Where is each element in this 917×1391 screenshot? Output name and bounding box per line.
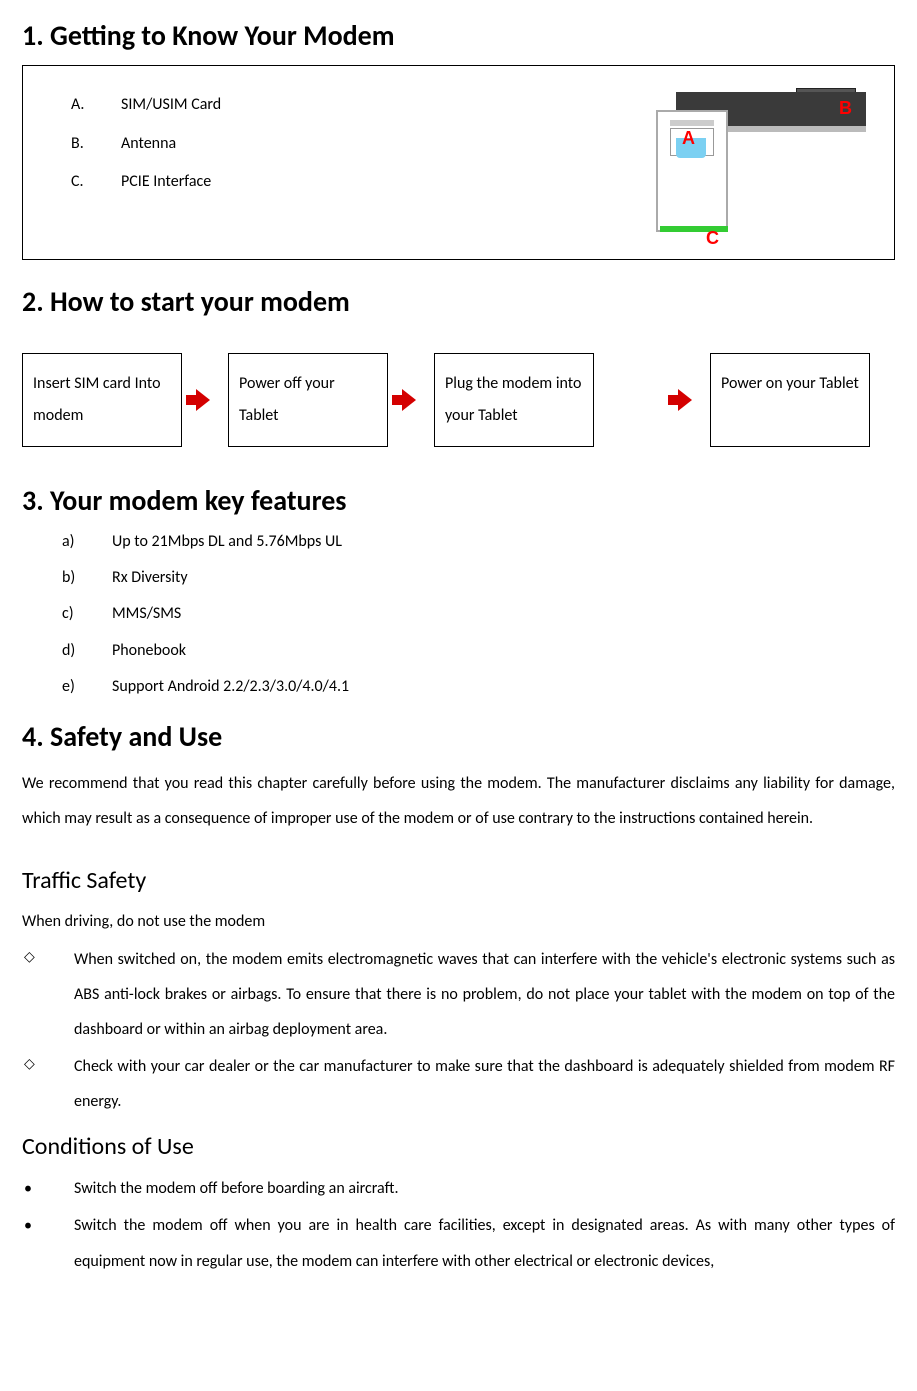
diamond-bullet-icon: ◇ xyxy=(22,1049,74,1119)
item-text: Rx Diversity xyxy=(112,567,188,589)
item-letter: B. xyxy=(71,133,121,155)
section-3-heading: 3. Your modem key features xyxy=(22,481,895,520)
item-letter: d) xyxy=(62,640,112,662)
list-item: • Switch the modem off when you are in h… xyxy=(22,1208,895,1278)
diamond-bullet-icon: ◇ xyxy=(22,942,74,1048)
conditions-heading: Conditions of Use xyxy=(22,1130,895,1164)
flow-step-3: Plug the modem into your Tablet xyxy=(434,353,594,447)
section-2-heading: 2. How to start your modem xyxy=(22,282,895,321)
features-list: a) Up to 21Mbps DL and 5.76Mbps UL b) Rx… xyxy=(22,531,895,699)
diagram-label-a: A xyxy=(682,126,695,151)
arrow-icon xyxy=(674,353,700,447)
list-item: B. Antenna xyxy=(71,133,221,155)
item-text: When switched on, the modem emits electr… xyxy=(74,942,895,1048)
modem-diagram: A B C xyxy=(656,84,856,239)
item-text: PCIE Interface xyxy=(121,171,211,193)
start-modem-flow: Insert SIM card Into modem Power off you… xyxy=(22,353,895,447)
bullet-icon: • xyxy=(22,1171,74,1206)
list-item: ◇ When switched on, the modem emits elec… xyxy=(22,942,895,1048)
item-text: Switch the modem off when you are in hea… xyxy=(74,1208,895,1278)
item-text: Support Android 2.2/2.3/3.0/4.0/4.1 xyxy=(112,676,349,698)
item-letter: A. xyxy=(71,94,121,116)
item-text: Phonebook xyxy=(112,640,186,662)
section-1-box: A. SIM/USIM Card B. Antenna C. PCIE Inte… xyxy=(22,65,895,260)
flow-step-1: Insert SIM card Into modem xyxy=(22,353,182,447)
item-text: Switch the modem off before boarding an … xyxy=(74,1171,895,1206)
safety-intro: We recommend that you read this chapter … xyxy=(22,766,895,836)
traffic-safety-heading: Traffic Safety xyxy=(22,864,895,898)
diagram-label-c: C xyxy=(706,226,719,251)
item-text: MMS/SMS xyxy=(112,603,181,625)
list-item: e) Support Android 2.2/2.3/3.0/4.0/4.1 xyxy=(62,676,895,698)
flow-step-2: Power off your Tablet xyxy=(228,353,388,447)
bullet-icon: • xyxy=(22,1208,74,1278)
list-item: d) Phonebook xyxy=(62,640,895,662)
list-item: ◇ Check with your car dealer or the car … xyxy=(22,1049,895,1119)
list-item: b) Rx Diversity xyxy=(62,567,895,589)
item-letter: C. xyxy=(71,171,121,193)
item-text: Check with your car dealer or the car ma… xyxy=(74,1049,895,1119)
arrow-icon xyxy=(398,353,424,447)
list-item: • Switch the modem off before boarding a… xyxy=(22,1171,895,1206)
item-letter: e) xyxy=(62,676,112,698)
list-item: A. SIM/USIM Card xyxy=(71,94,221,116)
modem-parts-list: A. SIM/USIM Card B. Antenna C. PCIE Inte… xyxy=(51,84,221,209)
conditions-list: • Switch the modem off before boarding a… xyxy=(22,1171,895,1279)
traffic-safety-intro: When driving, do not use the modem xyxy=(22,906,895,938)
traffic-safety-list: ◇ When switched on, the modem emits elec… xyxy=(22,942,895,1120)
item-text: SIM/USIM Card xyxy=(121,94,221,116)
diagram-label-b: B xyxy=(839,96,852,121)
item-letter: b) xyxy=(62,567,112,589)
item-text: Up to 21Mbps DL and 5.76Mbps UL xyxy=(112,531,342,553)
item-letter: c) xyxy=(62,603,112,625)
arrow-icon xyxy=(192,353,218,447)
item-letter: a) xyxy=(62,531,112,553)
section-4-heading: 4. Safety and Use xyxy=(22,717,895,756)
list-item: c) MMS/SMS xyxy=(62,603,895,625)
flow-step-4: Power on your Tablet xyxy=(710,353,870,447)
list-item: a) Up to 21Mbps DL and 5.76Mbps UL xyxy=(62,531,895,553)
list-item: C. PCIE Interface xyxy=(71,171,221,193)
section-1-heading: 1. Getting to Know Your Modem xyxy=(22,16,895,55)
item-text: Antenna xyxy=(121,133,176,155)
